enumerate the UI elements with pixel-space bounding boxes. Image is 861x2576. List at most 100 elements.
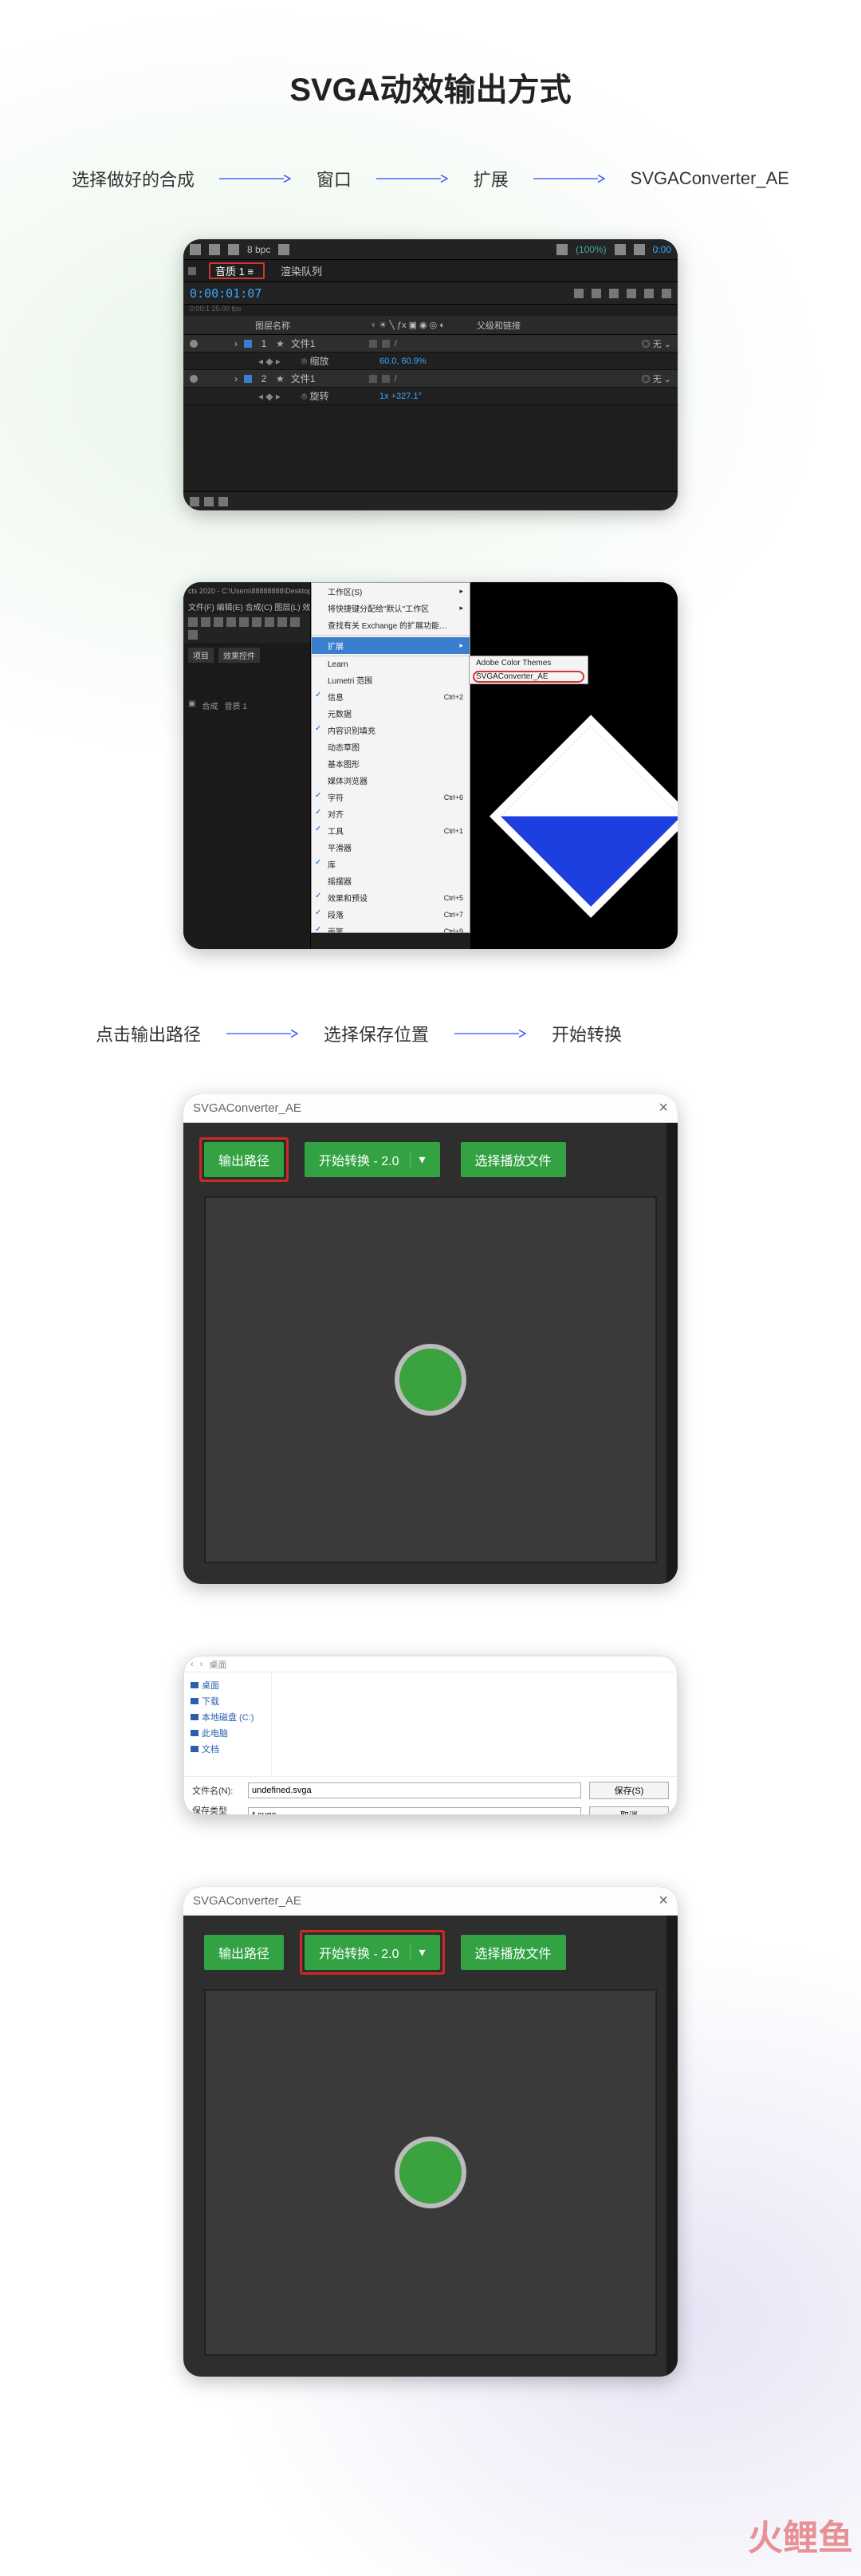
monitor-icon	[634, 244, 645, 255]
sidebar-item[interactable]: 桌面	[191, 1677, 265, 1693]
tool-palette[interactable]	[183, 614, 310, 643]
menu-item[interactable]: 平滑器	[312, 839, 470, 856]
start-convert-button[interactable]: 开始转换 - 2.0 ▾	[305, 1935, 440, 1970]
sidebar-item[interactable]: 文档	[191, 1741, 265, 1757]
menu-item[interactable]: 将快捷键分配给"默认"工作区▸	[312, 600, 470, 616]
output-path-button[interactable]: 输出路径	[204, 1142, 284, 1177]
toggle-icon[interactable]	[218, 497, 228, 506]
breadcrumb[interactable]: 桌面	[209, 1658, 226, 1671]
menu-item[interactable]: 动态草图	[312, 739, 470, 755]
select-play-file-button[interactable]: 选择播放文件	[461, 1935, 566, 1970]
panel-icon	[188, 267, 196, 275]
menu-item[interactable]: 摇摆器	[312, 872, 470, 889]
trash-icon	[278, 244, 289, 255]
sidebar-item[interactable]: 此电脑	[191, 1725, 265, 1741]
flow2-step1: 点击输出路径	[96, 1021, 201, 1046]
menu-item[interactable]: 元数据	[312, 705, 470, 722]
menu-item[interactable]: ✓内容识别填充	[312, 722, 470, 739]
close-icon[interactable]: ×	[659, 1892, 668, 1910]
menu-item[interactable]: Learn	[312, 658, 470, 672]
menu-item[interactable]: 查找有关 Exchange 的扩展功能…	[312, 616, 470, 633]
col-layer-name: 图层名称	[255, 319, 290, 332]
zoom-value: (100%)	[576, 244, 607, 255]
submenu-item-svgaconverter[interactable]: SVGAConverter_AE	[470, 670, 588, 683]
nav-back-icon[interactable]: ‹	[191, 1660, 194, 1669]
sidebar-item[interactable]: 下载	[191, 1693, 265, 1709]
menubar[interactable]: 文件(F) 编辑(E) 合成(C) 图层(L) 效果(T) 动画(A) 视图(V…	[183, 599, 310, 614]
effect-controls-tab[interactable]: 效果控件	[218, 648, 260, 663]
eye-icon[interactable]	[190, 375, 198, 383]
toggle-icon[interactable]	[190, 497, 199, 506]
marker-icon[interactable]	[592, 289, 601, 298]
close-icon[interactable]: ×	[659, 1099, 668, 1117]
dropdown-icon[interactable]: ▾	[410, 1152, 425, 1168]
motion-blur-icon[interactable]	[662, 289, 671, 298]
layer-color	[244, 375, 252, 383]
panel-title: SVGAConverter_AE	[193, 1894, 301, 1908]
sidebar-item[interactable]: 本地磁盘 (C:)	[191, 1709, 265, 1725]
start-convert-button[interactable]: 开始转换 - 2.0 ▾	[305, 1142, 440, 1177]
render-queue-tab[interactable]: 渲染队列	[273, 262, 330, 280]
comp-label: 合成	[202, 699, 218, 711]
menu-item[interactable]: ✓字符Ctrl+6	[312, 789, 470, 805]
menu-item[interactable]: ✓信息Ctrl+2	[312, 688, 470, 705]
arrow-icon	[226, 1029, 298, 1038]
graph-icon[interactable]	[609, 289, 619, 298]
preview-stage	[204, 1196, 657, 1563]
menu-item[interactable]: ✓库	[312, 856, 470, 872]
menu-item[interactable]: ✓工具Ctrl+1	[312, 822, 470, 839]
comp-name[interactable]: 音质 1	[224, 699, 246, 711]
extensions-submenu[interactable]: Adobe Color Themes SVGAConverter_AE	[469, 656, 588, 684]
property-row[interactable]: ◂ ◆ ▸ ⌾ 旋转 1x +327.1°	[183, 388, 678, 405]
submenu-item[interactable]: Adobe Color Themes	[470, 656, 588, 670]
property-row[interactable]: ◂ ◆ ▸ ⌾ 缩放 60.0, 60.9%	[183, 353, 678, 370]
prop-value[interactable]: 1x +327.1°	[379, 392, 422, 401]
sidebar[interactable]: 桌面下载本地磁盘 (C:)此电脑文档	[184, 1672, 272, 1776]
col-parent: 父级和链接	[477, 319, 521, 332]
fx-icon[interactable]	[644, 289, 654, 298]
filename-input[interactable]	[248, 1782, 581, 1798]
layer-name: 文件1	[291, 337, 363, 350]
select-play-file-button[interactable]: 选择播放文件	[461, 1142, 566, 1177]
menu-item[interactable]: ✓画笔Ctrl+9	[312, 923, 470, 933]
menu-item[interactable]: ✓段落Ctrl+7	[312, 906, 470, 923]
panel-title: SVGAConverter_AE	[193, 1101, 301, 1115]
output-path-button[interactable]: 输出路径	[204, 1935, 284, 1970]
file-list[interactable]	[272, 1672, 677, 1776]
menu-item[interactable]: ✓对齐	[312, 805, 470, 822]
keyframe-nav[interactable]: ◂ ◆ ▸	[258, 391, 281, 402]
keyframe-nav[interactable]: ◂ ◆ ▸	[258, 356, 281, 367]
project-tab[interactable]: 项目	[188, 648, 214, 663]
folder-icon	[190, 244, 201, 255]
menu-item[interactable]: Lumetri 范围	[312, 672, 470, 688]
layer-index: 2	[258, 373, 269, 384]
timecode[interactable]: 0:00:01:07	[190, 286, 261, 301]
cancel-button[interactable]: 取消	[589, 1806, 669, 1815]
toggle-icon[interactable]	[204, 497, 214, 506]
search-icon[interactable]	[574, 289, 584, 298]
bpc-label: 8 bpc	[247, 244, 270, 255]
filetype-select[interactable]	[248, 1807, 581, 1815]
menu-item[interactable]: 基本图形	[312, 755, 470, 772]
arrow-icon	[219, 174, 291, 183]
window-title: cts 2020 - C:\Users\88888888\Desktop\示例模…	[183, 582, 310, 599]
arrow-icon	[454, 1029, 526, 1038]
window-menu[interactable]: 工作区(S)▸将快捷键分配给"默认"工作区▸查找有关 Exchange 的扩展功…	[311, 582, 470, 933]
comp-icon: ▣	[188, 699, 195, 711]
menu-item[interactable]: ✓效果和预设Ctrl+5	[312, 889, 470, 906]
composition-tab[interactable]: 音质 1 ≡	[207, 262, 261, 280]
menu-item[interactable]: 媒体浏览器	[312, 772, 470, 789]
layer-name: 文件1	[291, 372, 363, 385]
flow-steps-1: 选择做好的合成 窗口 扩展 SVGAConverter_AE	[72, 166, 789, 191]
shy-icon[interactable]	[627, 289, 636, 298]
flow1-step3: 扩展	[474, 166, 509, 191]
layer-row[interactable]: › 1 ★ 文件1 / ◎ 无 ⌄	[183, 335, 678, 353]
prop-value[interactable]: 60.0, 60.9%	[379, 356, 427, 366]
nav-fwd-icon[interactable]: ›	[200, 1660, 203, 1669]
layer-row[interactable]: › 2 ★ 文件1 / ◎ 无 ⌄	[183, 370, 678, 388]
eye-icon[interactable]	[190, 340, 198, 348]
menu-item[interactable]: 工作区(S)▸	[312, 583, 470, 600]
save-button[interactable]: 保存(S)	[589, 1782, 669, 1799]
preview-ball	[395, 1344, 466, 1416]
menu-item[interactable]: 扩展▸	[312, 637, 470, 654]
